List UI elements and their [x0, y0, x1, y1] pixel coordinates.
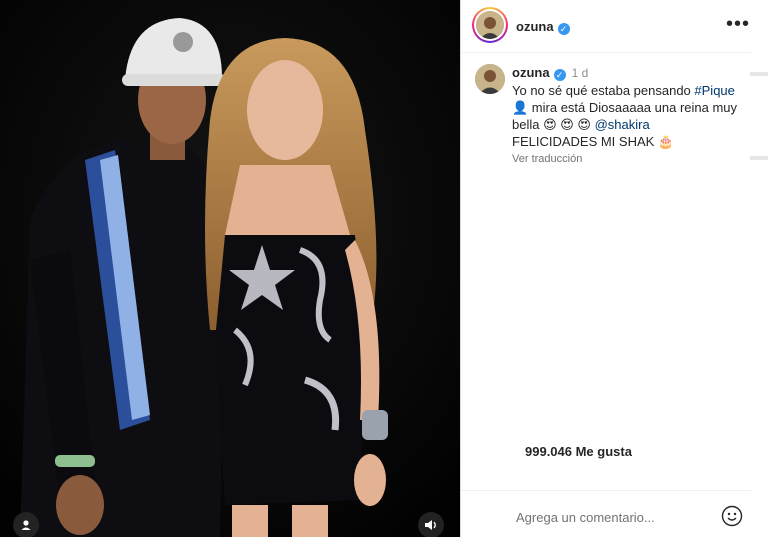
caption-text: Yo no sé qué estaba pensando #Pique 👤 mi…	[512, 82, 752, 150]
likes-count[interactable]: 999.046 Me gusta	[525, 444, 632, 459]
emoji-smile-icon[interactable]	[721, 505, 743, 527]
verified-badge-icon: ✓	[557, 23, 570, 35]
header-username[interactable]: ozuna	[516, 19, 554, 34]
heart-eyes-emojis: 😍 😍 😍	[543, 117, 591, 132]
more-options-icon[interactable]: •••	[726, 14, 750, 34]
person-emoji-icon: 👤	[512, 100, 529, 115]
caption-prefix: Yo no sé qué estaba pensando	[512, 83, 695, 98]
post-image	[0, 0, 460, 537]
comment-divider	[461, 490, 751, 491]
speaker-icon	[425, 520, 436, 530]
post-details-panel: ozuna ✓ ••• ozuna ✓ 1 d Yo no sé qué estaba…	[461, 0, 768, 537]
post-time[interactable]: 1 d	[572, 66, 589, 80]
comment-input[interactable]: Agrega un comentario...	[516, 510, 655, 525]
scroll-indicator	[750, 72, 768, 76]
post-caption: ozuna ✓ 1 d Yo no sé qué estaba pensando #…	[512, 64, 752, 168]
scroll-indicator	[750, 156, 768, 160]
author-avatar[interactable]	[472, 7, 508, 43]
hashtag-link[interactable]: #Pique	[694, 83, 734, 98]
audio-toggle-button[interactable]	[418, 512, 444, 537]
mention-link[interactable]: @shakira	[595, 117, 650, 132]
user-tag-icon	[21, 520, 31, 530]
caption-suffix: FELICIDADES MI SHAK 🎂	[512, 134, 675, 149]
translate-link[interactable]: Ver traducción	[512, 151, 752, 168]
header-user: ozuna ✓	[516, 18, 570, 36]
verified-badge-icon: ✓	[553, 69, 566, 81]
post-photo[interactable]	[0, 0, 460, 537]
post-header: ozuna ✓ •••	[461, 0, 768, 52]
user-tag-button[interactable]	[13, 512, 39, 537]
caption-username[interactable]: ozuna	[512, 65, 550, 80]
header-divider	[461, 52, 751, 53]
caption-avatar[interactable]	[475, 64, 505, 94]
